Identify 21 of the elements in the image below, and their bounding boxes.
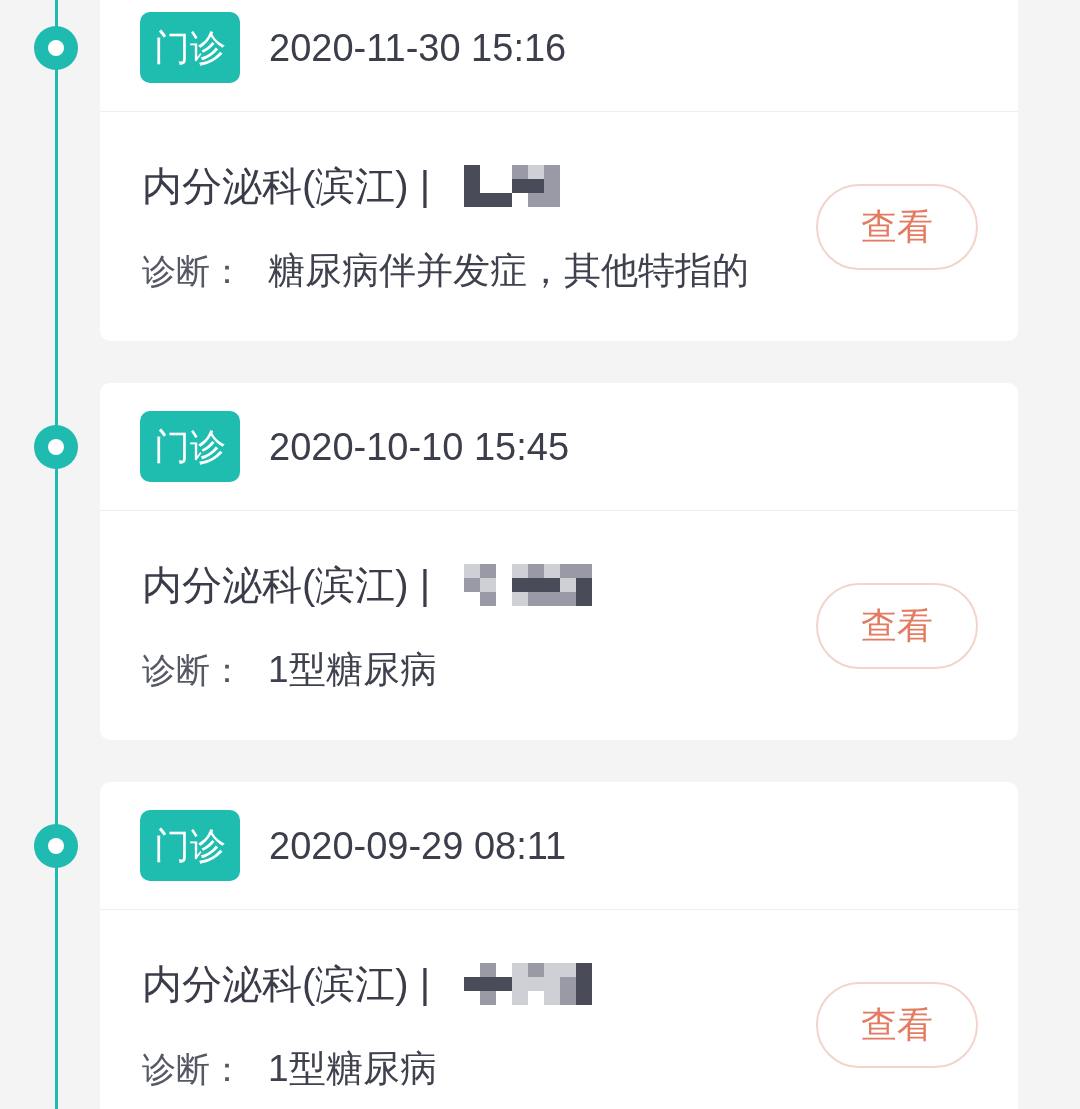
diagnosis-label: 诊断： [142,649,244,691]
visit-datetime: 2020-09-29 08:11 [269,826,567,865]
visit-type-badge: 门诊 [140,810,240,881]
department-title: 内分泌科(滨江) | [142,162,431,210]
diagnosis-label: 诊断： [142,250,244,292]
timeline-marker-icon [34,26,78,70]
department-title: 内分泌科(滨江) | [142,561,431,609]
diagnosis-text: 1型糖尿病 [268,647,437,692]
visit-datetime: 2020-10-10 15:45 [269,427,570,466]
diagnosis-text: 糖尿病伴并发症，其他特指的 [268,248,749,293]
view-button[interactable]: 查看 [816,981,978,1068]
timeline-marker-icon [34,425,78,469]
diagnosis-text: 1型糖尿病 [268,1046,437,1091]
diagnosis-label: 诊断： [142,1048,244,1090]
visit-datetime: 2020-11-30 15:16 [269,28,567,67]
department-title: 内分泌科(滨江) | [142,960,431,1008]
view-button[interactable]: 查看 [816,582,978,669]
timeline-marker-icon [34,824,78,868]
view-button[interactable]: 查看 [816,183,978,270]
visit-type-badge: 门诊 [140,411,240,482]
visit-type-badge: 门诊 [140,12,240,83]
